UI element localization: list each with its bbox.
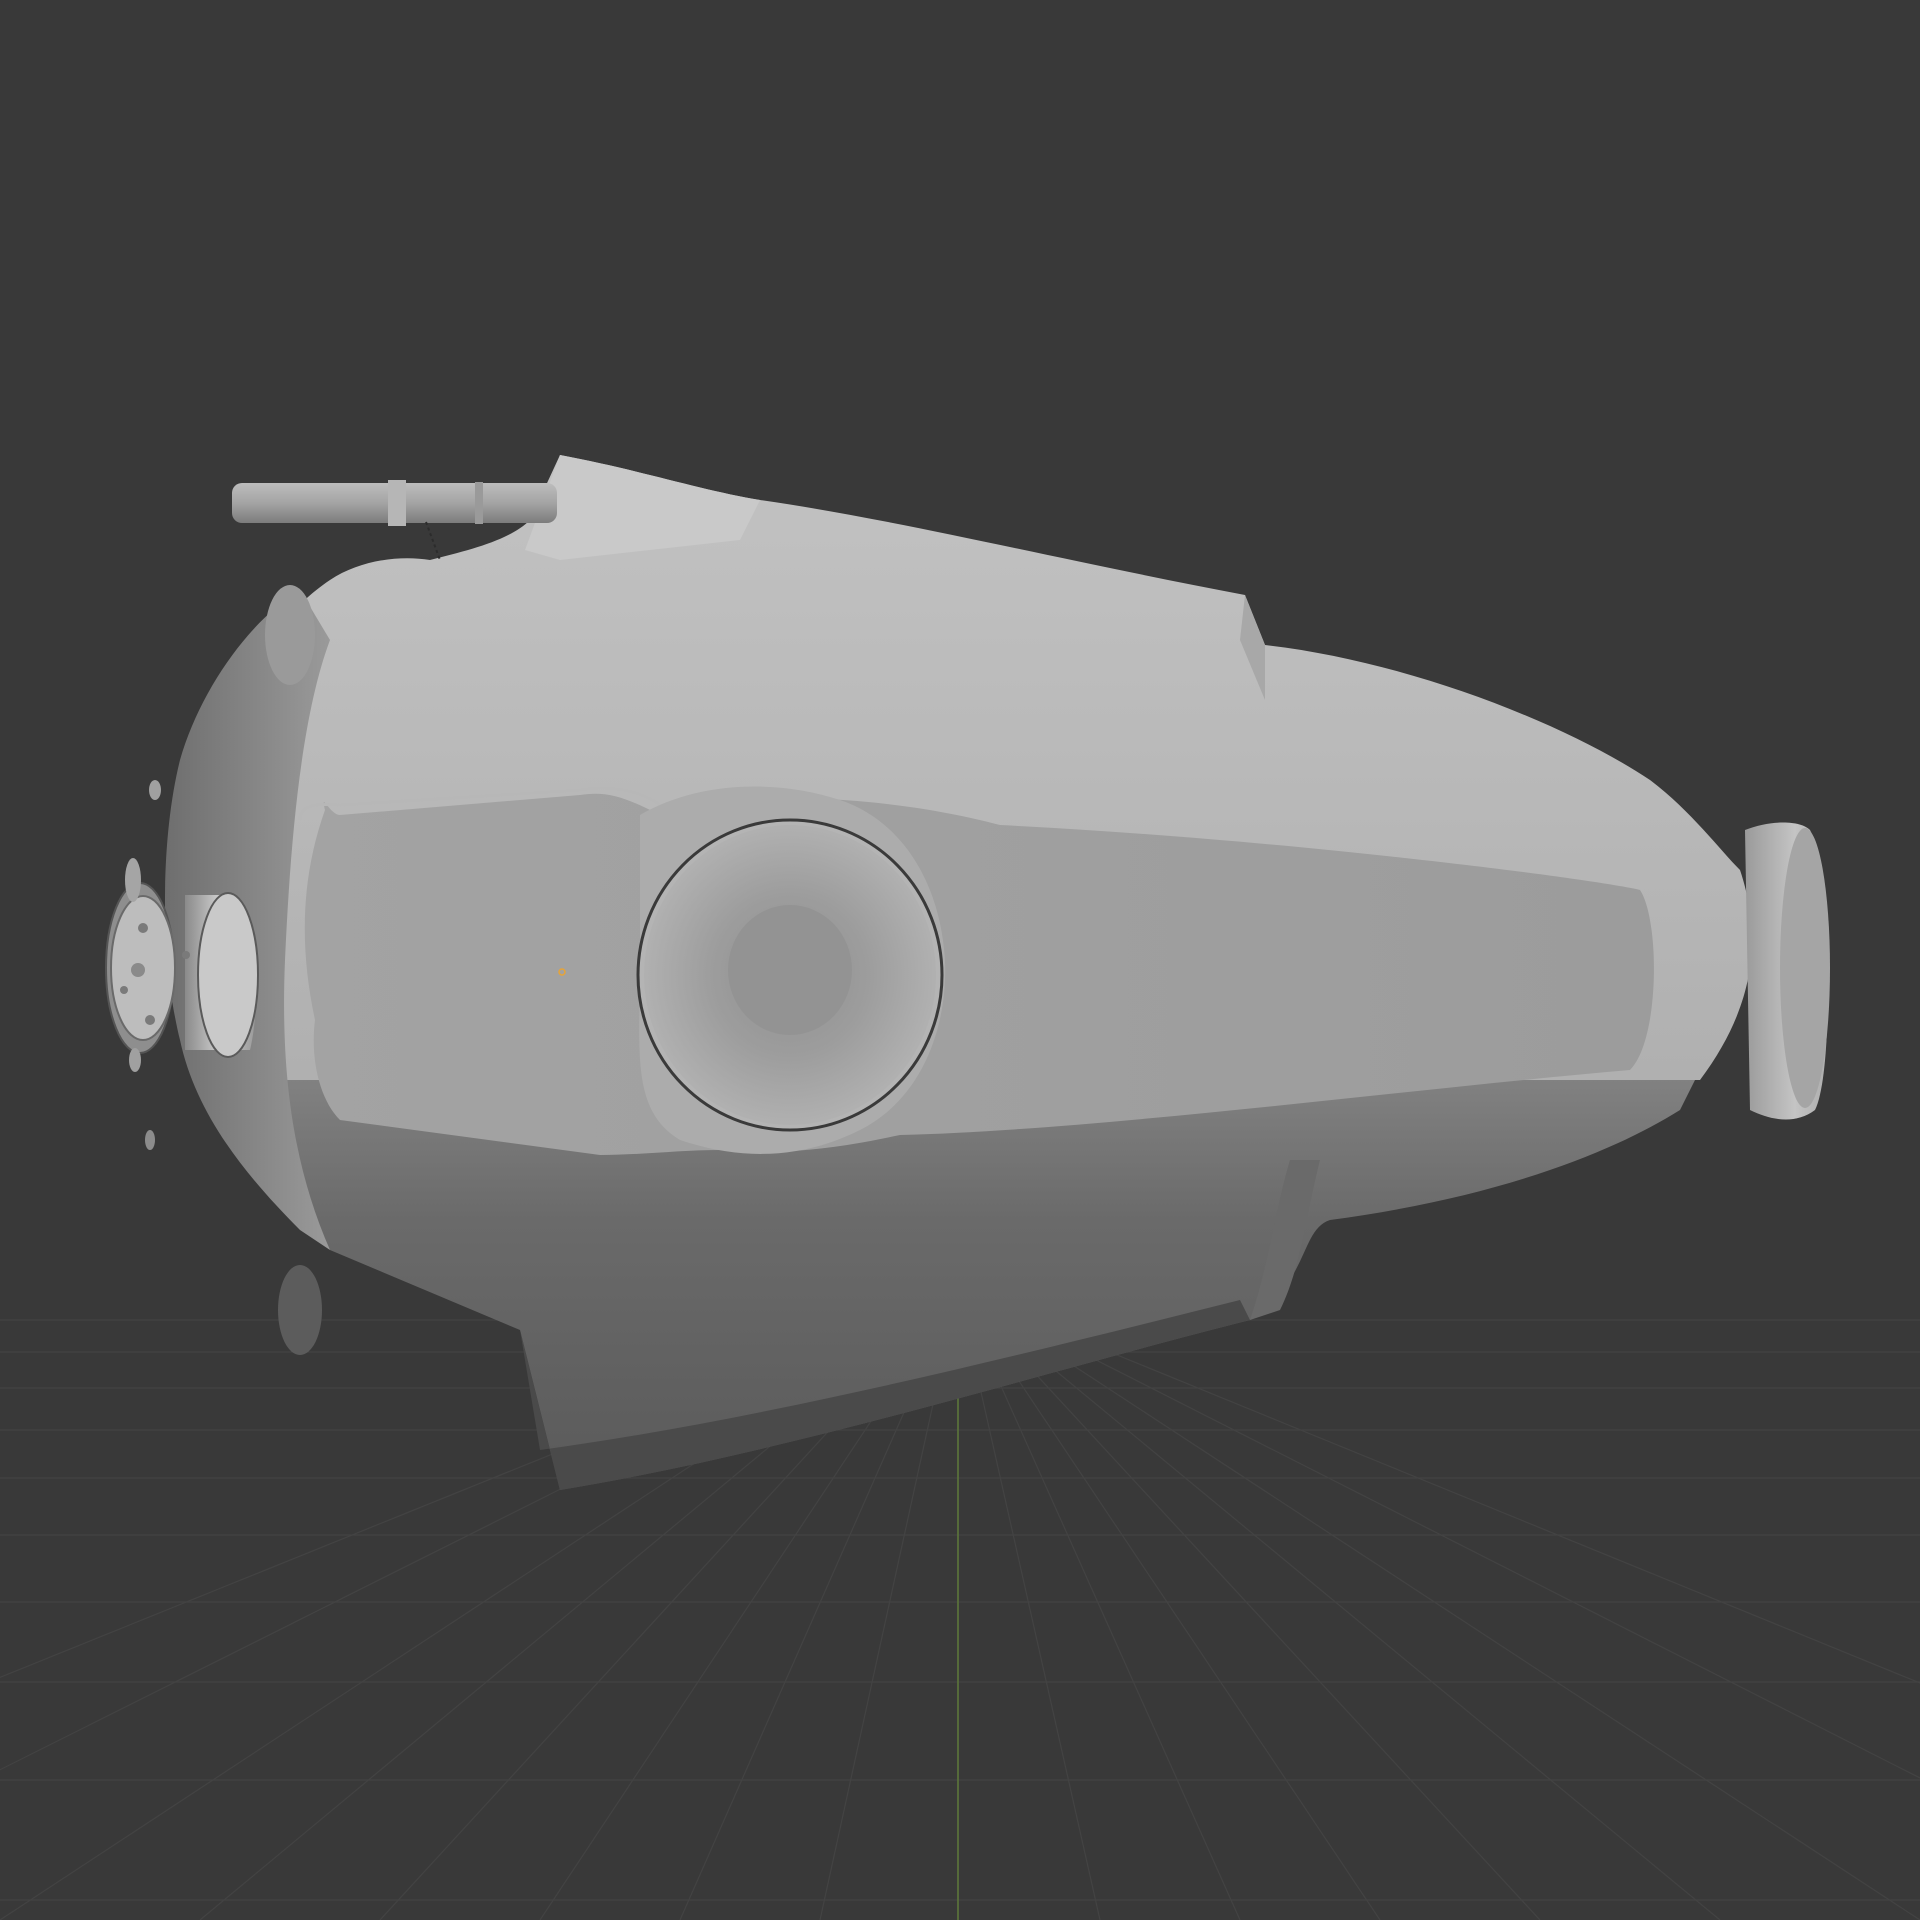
flange-bolt	[120, 986, 128, 994]
flange-ring	[197, 892, 259, 1058]
pipe-support-line	[425, 521, 441, 561]
front-lower-recess	[278, 1265, 322, 1355]
center-porthole[interactable]	[636, 786, 946, 1154]
viewport-canvas[interactable]	[0, 0, 1920, 1920]
porthole-center	[728, 905, 852, 1035]
nozzle-rim	[1780, 828, 1830, 1108]
3d-viewport[interactable]	[0, 0, 1920, 1920]
front-upper-recess	[265, 585, 315, 685]
rear-nozzle[interactable]	[1745, 822, 1830, 1120]
pipe-collar-2	[475, 482, 483, 524]
flange-bolt	[182, 951, 190, 959]
front-knob	[129, 1048, 141, 1072]
front-knob	[125, 858, 141, 902]
front-knob	[145, 1130, 155, 1150]
front-knob	[149, 780, 161, 800]
flange-bolt	[145, 1015, 155, 1025]
flange-bolt	[131, 963, 145, 977]
pipe-collar	[388, 480, 406, 526]
flange-bolt	[138, 923, 148, 933]
